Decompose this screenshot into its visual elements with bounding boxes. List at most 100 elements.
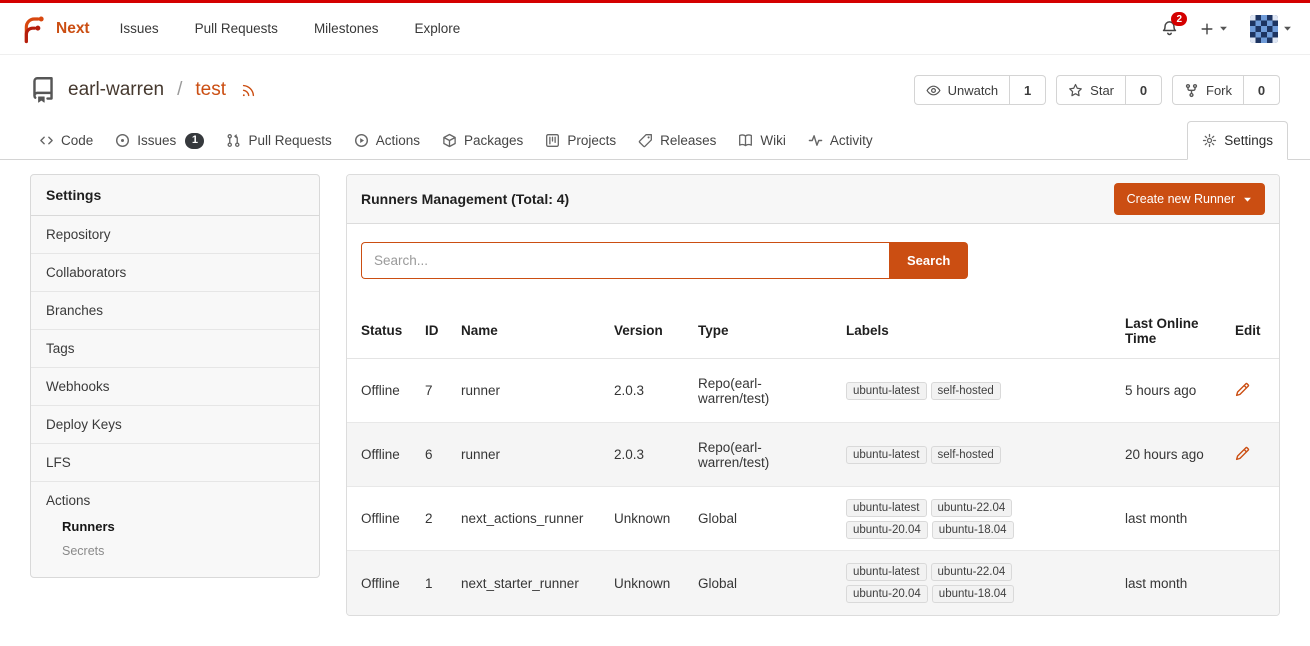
cell-labels: ubuntu-latestubuntu-22.04ubuntu-20.04ubu… [846, 553, 1125, 613]
notifications-button[interactable]: 2 [1161, 20, 1178, 37]
caret-down-icon [1283, 24, 1292, 33]
cell-last-online: 5 hours ago [1125, 373, 1235, 408]
tab-label: Wiki [760, 133, 786, 148]
panel-title: Runners Management (Total: 4) [361, 191, 569, 207]
user-menu[interactable] [1250, 15, 1292, 43]
unwatch-count[interactable]: 1 [1010, 75, 1046, 105]
runner-label: ubuntu-20.04 [846, 521, 928, 539]
repo-action-fork: Fork 0 [1172, 75, 1280, 105]
main-nav: Issues Pull Requests Milestones Explore [120, 21, 461, 36]
cell-type: Global [698, 566, 810, 601]
fork-button[interactable]: Fork [1172, 75, 1244, 105]
column-header-id: ID [425, 314, 461, 347]
fork-count[interactable]: 0 [1244, 75, 1280, 105]
tag-icon [638, 133, 653, 148]
runners-table-header: StatusIDNameVersionTypeLabelsLast Online… [347, 303, 1279, 359]
cell-last-online: 20 hours ago [1125, 437, 1235, 472]
runners-panel-header: Runners Management (Total: 4) Create new… [347, 175, 1279, 224]
runner-label: ubuntu-18.04 [932, 585, 1014, 603]
nav-item-milestones[interactable]: Milestones [314, 21, 379, 36]
cell-status: Offline [361, 501, 425, 536]
tab-settings[interactable]: Settings [1187, 121, 1288, 160]
runner-label: self-hosted [931, 382, 1001, 400]
nav-item-pull-requests[interactable]: Pull Requests [195, 21, 278, 36]
repo-title: earl-warren / test [30, 77, 256, 103]
search-button[interactable]: Search [889, 242, 968, 279]
cell-edit [1235, 372, 1265, 410]
cell-name: runner [461, 373, 614, 408]
sidebar-subitems: RunnersSecrets [31, 514, 319, 577]
tab-pull-requests[interactable]: Pull Requests [215, 123, 342, 159]
search-row: Search [347, 224, 1279, 303]
repo-tabs-bar: Code Issues 1 Pull Requests Actions Packages P… [0, 117, 1310, 160]
project-icon [545, 133, 560, 148]
star-button[interactable]: Star [1056, 75, 1126, 105]
cell-name: next_actions_runner [461, 501, 614, 536]
create-runner-button[interactable]: Create new Runner [1114, 183, 1265, 215]
runners-table-body: Offline7runner2.0.3Repo(earl-warren/test… [347, 359, 1279, 615]
settings-content: Settings RepositoryCollaboratorsBranches… [0, 160, 1310, 646]
eye-icon [926, 83, 941, 98]
runner-label: ubuntu-latest [846, 499, 927, 517]
rss-feed-button[interactable] [241, 83, 256, 98]
home-link[interactable]: Next [18, 14, 90, 44]
sidebar-item-actions[interactable]: Actions [31, 482, 319, 514]
runner-label: ubuntu-latest [846, 446, 927, 464]
repo-separator: / [177, 79, 182, 101]
runner-label: self-hosted [931, 446, 1001, 464]
tab-actions[interactable]: Actions [343, 123, 431, 159]
cell-type: Repo(earl-warren/test) [698, 366, 810, 416]
sidebar-item-lfs[interactable]: LFS [31, 444, 319, 482]
tab-issues[interactable]: Issues 1 [104, 123, 215, 159]
brand-name: Next [56, 20, 90, 38]
sidebar-subitem-runners[interactable]: Runners [62, 514, 304, 539]
tab-label: Pull Requests [248, 133, 331, 148]
repo-header: earl-warren / test Unwatch1Star0Fork0 [0, 55, 1310, 117]
sidebar-item-branches[interactable]: Branches [31, 292, 319, 330]
tab-label: Activity [830, 133, 873, 148]
tab-wiki[interactable]: Wiki [727, 123, 797, 159]
code-icon [39, 133, 54, 148]
tab-settings-label: Settings [1224, 133, 1273, 148]
tab-label: Packages [464, 133, 523, 148]
sidebar-item-repository[interactable]: Repository [31, 216, 319, 254]
caret-down-icon [1219, 24, 1228, 33]
sidebar-item-webhooks[interactable]: Webhooks [31, 368, 319, 406]
unwatch-button[interactable]: Unwatch [914, 75, 1011, 105]
column-header-name: Name [461, 314, 614, 347]
sidebar-item-tags[interactable]: Tags [31, 330, 319, 368]
tab-code[interactable]: Code [28, 123, 104, 159]
tab-projects[interactable]: Projects [534, 123, 627, 159]
settings-sidebar: Settings RepositoryCollaboratorsBranches… [30, 174, 320, 578]
sidebar-subitem-secrets[interactable]: Secrets [62, 539, 304, 563]
tab-packages[interactable]: Packages [431, 123, 534, 159]
nav-item-issues[interactable]: Issues [120, 21, 159, 36]
runner-label: ubuntu-22.04 [931, 563, 1013, 581]
sidebar-item-collaborators[interactable]: Collaborators [31, 254, 319, 292]
top-navbar: Next Issues Pull Requests Milestones Explor… [0, 0, 1310, 55]
runner-search-input[interactable] [361, 242, 889, 279]
edit-runner-button[interactable] [1235, 446, 1250, 461]
cell-id: 1 [425, 566, 461, 601]
gear-icon [1202, 133, 1217, 148]
caret-down-icon [1243, 195, 1252, 204]
tab-label: Issues [137, 133, 176, 148]
fork-icon [1184, 83, 1199, 98]
cell-last-online: last month [1125, 501, 1235, 536]
nav-item-explore[interactable]: Explore [414, 21, 460, 36]
repo-name-link[interactable]: test [195, 79, 226, 101]
create-new-menu[interactable] [1200, 22, 1228, 36]
column-header-version: Version [614, 314, 698, 347]
cell-status: Offline [361, 566, 425, 601]
fork-label: Fork [1206, 83, 1232, 98]
repo-owner-link[interactable]: earl-warren [68, 79, 164, 101]
star-count[interactable]: 0 [1126, 75, 1162, 105]
sidebar-item-deploy-keys[interactable]: Deploy Keys [31, 406, 319, 444]
forgejo-logo-icon [18, 14, 48, 44]
edit-runner-button[interactable] [1235, 382, 1250, 397]
tab-releases[interactable]: Releases [627, 123, 727, 159]
issues-count-badge: 1 [185, 133, 204, 149]
notification-badge: 2 [1171, 12, 1187, 26]
tab-activity[interactable]: Activity [797, 123, 884, 159]
runner-label: ubuntu-latest [846, 382, 927, 400]
